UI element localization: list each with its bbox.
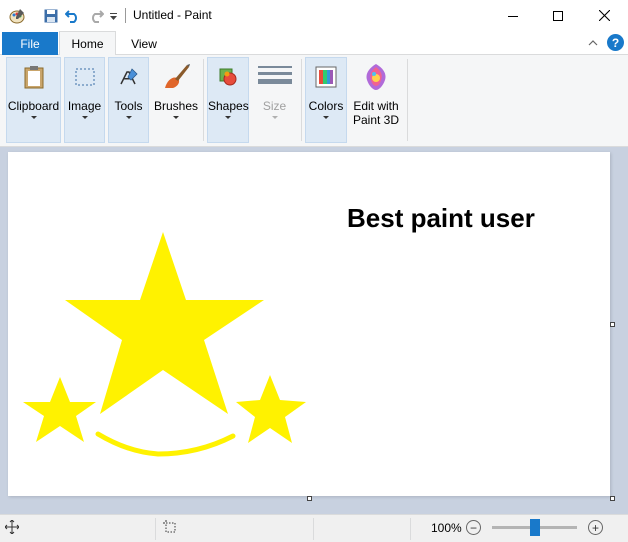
zoom-out-button[interactable]: − xyxy=(466,520,481,535)
tools-label: Tools xyxy=(114,99,143,113)
chevron-down-icon xyxy=(323,116,329,119)
chevron-down-icon xyxy=(271,116,278,119)
collapse-ribbon-icon[interactable] xyxy=(585,35,601,51)
resize-handle-bottom[interactable] xyxy=(307,496,312,501)
help-icon[interactable]: ? xyxy=(607,34,624,51)
colors-label: Colors xyxy=(308,99,344,113)
chevron-down-icon xyxy=(30,116,37,119)
brushes-label: Brushes xyxy=(154,99,199,113)
tab-home[interactable]: Home xyxy=(59,31,116,56)
ribbon-tabs: File Home View ? xyxy=(0,31,628,56)
redo-icon[interactable] xyxy=(86,6,106,26)
minimize-button[interactable] xyxy=(490,0,536,31)
paint3d-label-line2: Paint 3D xyxy=(352,113,400,127)
clipboard-label: Clipboard xyxy=(7,99,60,113)
tools-button[interactable]: Tools xyxy=(108,57,149,143)
window-title: Untitled - Paint xyxy=(133,8,212,22)
canvas-text: Best paint user xyxy=(347,203,535,233)
customize-dropdown-icon[interactable] xyxy=(106,6,120,26)
title-separator xyxy=(125,8,126,23)
chevron-down-icon xyxy=(125,116,132,119)
brushes-button[interactable]: Brushes xyxy=(153,57,198,143)
image-label: Image xyxy=(67,99,102,113)
zoom-slider-thumb[interactable] xyxy=(530,519,540,536)
clipboard-button[interactable]: Clipboard xyxy=(6,57,61,143)
resize-handle-right[interactable] xyxy=(610,322,615,327)
close-icon xyxy=(598,10,610,21)
brush-icon xyxy=(161,62,191,92)
shapes-button[interactable]: Shapes xyxy=(207,57,249,143)
big-star-shape xyxy=(65,232,264,414)
drawing-canvas[interactable]: Best paint user xyxy=(8,152,610,496)
ribbon: Clipboard Image Tools Brushes Shapes Siz… xyxy=(0,55,628,147)
ribbon-divider xyxy=(203,59,204,141)
size-button[interactable]: Size xyxy=(253,57,296,143)
maximize-icon xyxy=(553,10,563,21)
paint3d-label-line1: Edit with xyxy=(353,99,399,113)
shapes-label: Shapes xyxy=(208,99,249,113)
ribbon-divider xyxy=(301,59,302,141)
edit-with-paint3d-button[interactable]: Edit with Paint 3D xyxy=(350,57,402,143)
status-divider xyxy=(155,518,156,540)
undo-icon[interactable] xyxy=(63,6,83,26)
resize-handle-corner[interactable] xyxy=(610,496,615,501)
colors-icon xyxy=(311,62,341,92)
left-star-shape xyxy=(23,377,96,442)
paint3d-icon xyxy=(361,62,391,92)
chevron-down-icon xyxy=(172,116,179,119)
tools-icon xyxy=(114,62,144,92)
tab-file[interactable]: File xyxy=(2,32,58,55)
size-label: Size xyxy=(262,99,287,113)
shapes-icon xyxy=(213,62,243,92)
paint-app-icon[interactable] xyxy=(6,6,28,26)
right-star-shape xyxy=(236,375,306,443)
save-icon[interactable] xyxy=(41,6,61,26)
move-cursor-icon xyxy=(4,519,20,535)
status-divider xyxy=(313,518,314,540)
minimize-icon xyxy=(508,15,518,17)
title-bar: Untitled - Paint xyxy=(0,0,628,31)
status-divider xyxy=(410,518,411,540)
zoom-in-button[interactable]: + xyxy=(588,520,603,535)
select-image-icon xyxy=(70,62,100,92)
clipboard-icon xyxy=(19,62,49,92)
image-button[interactable]: Image xyxy=(64,57,105,143)
canvas-workspace: Best paint user xyxy=(0,147,628,514)
smile-curve xyxy=(95,431,236,457)
close-button[interactable] xyxy=(581,0,627,31)
chevron-down-icon xyxy=(81,116,88,119)
maximize-button[interactable] xyxy=(535,0,581,31)
status-bar: 100% − + xyxy=(0,514,628,542)
zoom-level: 100% xyxy=(431,521,462,535)
ribbon-divider xyxy=(407,59,408,141)
size-icon xyxy=(257,62,292,92)
selection-size-icon xyxy=(163,520,177,534)
chevron-down-icon xyxy=(225,116,231,119)
colors-button[interactable]: Colors xyxy=(305,57,347,143)
tab-view[interactable]: View xyxy=(120,32,168,55)
